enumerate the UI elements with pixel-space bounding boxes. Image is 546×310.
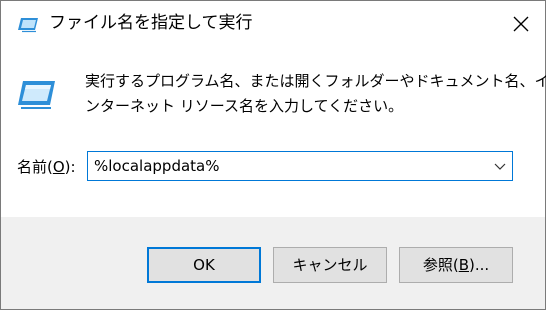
cancel-button[interactable]: キャンセル [273,247,387,283]
name-label: 名前(O): [17,158,76,176]
run-icon [18,81,55,109]
close-button[interactable] [501,7,541,41]
description-text: 実行するプログラム名、または開くフォルダーやドキュメント名、イ ンターネット リ… [85,69,546,119]
run-icon [18,18,38,33]
button-bar: OK キャンセル 参照(B)... [1,217,545,309]
name-input-value[interactable]: %localappdata% [94,155,219,177]
description-line-2: ンターネット リソース名を入力してください。 [85,97,404,115]
description-line-1: 実行するプログラム名、または開くフォルダーやドキュメント名、イ [85,72,546,90]
window-title: ファイル名を指定して実行 [49,13,253,33]
title-bar: ファイル名を指定して実行 [1,1,545,45]
name-combobox[interactable]: %localappdata% [87,151,513,181]
close-icon [513,16,529,32]
browse-button[interactable]: 参照(B)... [399,247,513,283]
dialog-body: 実行するプログラム名、または開くフォルダーやドキュメント名、イ ンターネット リ… [1,45,546,217]
ok-button[interactable]: OK [147,247,261,283]
chevron-down-icon[interactable] [494,160,506,172]
run-dialog: ファイル名を指定して実行 実行するプログラム名、または開くフォルダーやドキュメン… [0,0,546,310]
